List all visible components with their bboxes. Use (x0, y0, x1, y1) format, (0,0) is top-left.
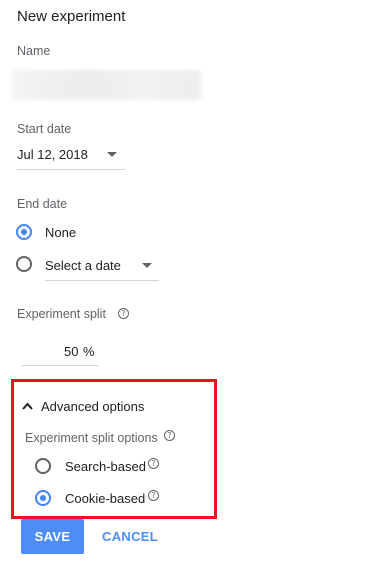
panel-title: New experiment (17, 8, 126, 25)
end-date-select-label: Select a date (45, 258, 121, 273)
experiment-split-label: Experiment split (17, 307, 106, 321)
start-date-label: Start date (17, 122, 72, 136)
experiment-split-input[interactable]: 50 % (22, 336, 98, 366)
split-option-cookie-based-label: Cookie-based (65, 491, 146, 506)
start-date-value: Jul 12, 2018 (17, 147, 88, 162)
radio-button[interactable] (35, 490, 51, 506)
experiment-split-value: 50 (64, 344, 79, 359)
start-date-underline (17, 169, 125, 170)
end-date-select[interactable]: Select a date (45, 250, 159, 281)
name-label: Name (17, 44, 51, 58)
save-button[interactable]: SAVE (21, 519, 84, 554)
end-date-select-underline (45, 280, 159, 281)
radio-button[interactable] (35, 458, 51, 474)
chevron-down-icon (107, 152, 117, 157)
help-icon[interactable]: ? (148, 490, 159, 501)
start-date-select[interactable]: Jul 12, 2018 (17, 140, 125, 170)
chevron-down-icon (142, 263, 152, 268)
chevron-up-icon (22, 402, 33, 410)
advanced-options-toggle[interactable]: Advanced options (22, 398, 152, 416)
help-icon[interactable]: ? (164, 430, 175, 441)
help-icon[interactable]: ? (118, 308, 129, 319)
radio-button[interactable] (16, 256, 32, 272)
name-field-redacted[interactable] (11, 70, 201, 100)
split-options-label: Experiment split options (25, 431, 158, 445)
split-option-search-based-label: Search-based (65, 459, 146, 474)
end-date-option-select[interactable] (16, 256, 32, 272)
advanced-options-label: Advanced options (41, 399, 145, 414)
experiment-split-underline (22, 365, 98, 366)
end-date-option-none[interactable]: None (16, 224, 96, 244)
cancel-button[interactable]: CANCEL (100, 519, 160, 554)
percent-unit: % (83, 344, 95, 359)
help-icon[interactable]: ? (148, 458, 159, 469)
end-date-option-none-label: None (45, 225, 77, 240)
radio-button[interactable] (16, 224, 32, 240)
end-date-label: End date (17, 197, 68, 211)
